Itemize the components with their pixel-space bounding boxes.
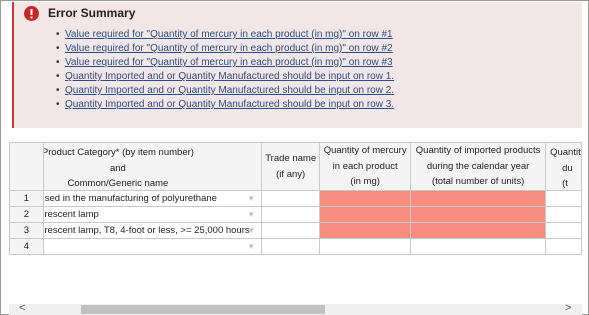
header-mercury-line2: in each product [332, 160, 398, 172]
category-value: Fluorescent lamp [44, 209, 99, 220]
error-link-quantity-row-3[interactable]: Quantity Imported and or Quantity Manufa… [65, 99, 394, 110]
category-cell[interactable]: Fluorescent lamp ▼ [42, 206, 263, 223]
dropdown-arrow-icon[interactable]: ▼ [247, 240, 255, 254]
error-list: Value required for "Quantity of mercury … [56, 28, 394, 112]
mercury-cell[interactable] [319, 238, 412, 255]
scroll-right-arrow-icon[interactable]: > [565, 303, 571, 314]
imported-cell-error[interactable] [410, 190, 547, 207]
header-trade-line2: (if any) [276, 168, 306, 180]
imported-cell[interactable] [410, 238, 547, 255]
error-item: Quantity Imported and or Quantity Manufa… [56, 98, 394, 112]
manufactured-cell[interactable] [545, 190, 582, 207]
mercury-cell-error[interactable] [319, 190, 412, 207]
error-item: Value required for "Quantity of mercury … [56, 42, 394, 56]
table-row: 2 Fluorescent lamp ▼ [9, 206, 582, 223]
error-item: Value required for "Quantity of mercury … [56, 28, 394, 42]
error-link-mercury-row-1[interactable]: Value required for "Quantity of mercury … [65, 29, 393, 40]
header-category-line3: Common/Generic name [67, 178, 169, 189]
header-trade-line1: Trade name [265, 152, 317, 164]
category-cell[interactable]: ▼ [42, 238, 263, 255]
category-cell[interactable]: Used in the manufacturing of polyurethan… [42, 190, 263, 207]
error-item: Quantity Imported and or Quantity Manufa… [56, 70, 394, 84]
trade-name-cell[interactable] [261, 190, 321, 207]
imported-cell-error[interactable] [410, 222, 547, 239]
header-manufactured-line1: Quantity [550, 147, 581, 158]
error-link-quantity-row-1[interactable]: Quantity Imported and or Quantity Manufa… [65, 71, 394, 82]
header-category-line1: Product Category* (by item number) [43, 147, 194, 158]
header-imported-line2: during the calendar year [426, 160, 530, 172]
scroll-left-arrow-icon[interactable]: < [19, 303, 25, 314]
manufactured-cell[interactable] [545, 222, 582, 239]
table-row: 4 ▼ [9, 238, 582, 255]
mercury-cell-error[interactable] [319, 222, 412, 239]
header-manufactured-line2: du [562, 162, 573, 174]
error-link-mercury-row-2[interactable]: Value required for "Quantity of mercury … [65, 43, 393, 54]
error-link-quantity-row-2[interactable]: Quantity Imported and or Quantity Manufa… [65, 85, 394, 96]
header-quantity-mercury[interactable]: Quantity of mercury in each product (in … [319, 142, 412, 191]
category-cell[interactable]: Fluorescent lamp, T8, 4-foot or less, >=… [42, 222, 263, 239]
header-mercury-line1: Quantity of mercury [323, 145, 407, 157]
dropdown-arrow-icon[interactable]: ▼ [247, 208, 255, 222]
category-value: Used in the manufacturing of polyurethan… [43, 193, 217, 204]
row-number: 3 [9, 222, 44, 239]
row-number: 4 [9, 238, 44, 255]
trade-name-cell[interactable] [261, 222, 321, 239]
mercury-cell-error[interactable] [319, 206, 412, 223]
header-trade-name[interactable]: Trade name (if any) [261, 142, 321, 191]
header-product-category[interactable]: Product Category* (by item number) and C… [42, 142, 263, 191]
row-number: 2 [9, 206, 44, 223]
error-link-mercury-row-3[interactable]: Value required for "Quantity of mercury … [65, 57, 393, 68]
dropdown-arrow-icon[interactable]: ▼ [247, 224, 255, 238]
error-item: Quantity Imported and or Quantity Manufa… [56, 84, 394, 98]
dropdown-arrow-icon[interactable]: ▼ [247, 192, 255, 206]
table-row: 3 Fluorescent lamp, T8, 4-foot or less, … [9, 222, 582, 239]
header-manufactured-line3: (t [562, 178, 568, 189]
error-summary-title: Error Summary [48, 6, 136, 20]
header-quantity-manufactured[interactable]: Quantity du (t [545, 142, 582, 191]
table-row: 1 Used in the manufacturing of polyureth… [9, 190, 582, 207]
imported-cell-error[interactable] [410, 206, 547, 223]
header-category-line2: and [109, 162, 126, 174]
row-number: 1 [9, 190, 44, 207]
grid-header-row: Product Category* (by item number) and C… [9, 142, 582, 191]
scrollbar-thumb[interactable] [81, 305, 325, 314]
manufactured-cell[interactable] [545, 238, 582, 255]
product-grid: Product Category* (by item number) and C… [9, 142, 582, 255]
manufactured-cell[interactable] [545, 206, 582, 223]
error-icon [24, 6, 39, 21]
header-mercury-line3: (in mg) [350, 176, 380, 188]
header-corner [9, 142, 44, 191]
header-quantity-imported[interactable]: Quantity of imported products during the… [410, 142, 547, 191]
header-imported-line1: Quantity of imported products [415, 145, 541, 157]
trade-name-cell[interactable] [261, 238, 321, 255]
window-frame: Error Summary Value required for "Quanti… [0, 0, 589, 315]
trade-name-cell[interactable] [261, 206, 321, 223]
category-value: Fluorescent lamp, T8, 4-foot or less, >=… [43, 225, 250, 236]
error-item: Value required for "Quantity of mercury … [56, 56, 394, 70]
header-imported-line3: (total number of units) [431, 176, 525, 188]
horizontal-scrollbar[interactable]: < > [9, 303, 582, 315]
error-summary-panel: Error Summary Value required for "Quanti… [12, 2, 582, 128]
